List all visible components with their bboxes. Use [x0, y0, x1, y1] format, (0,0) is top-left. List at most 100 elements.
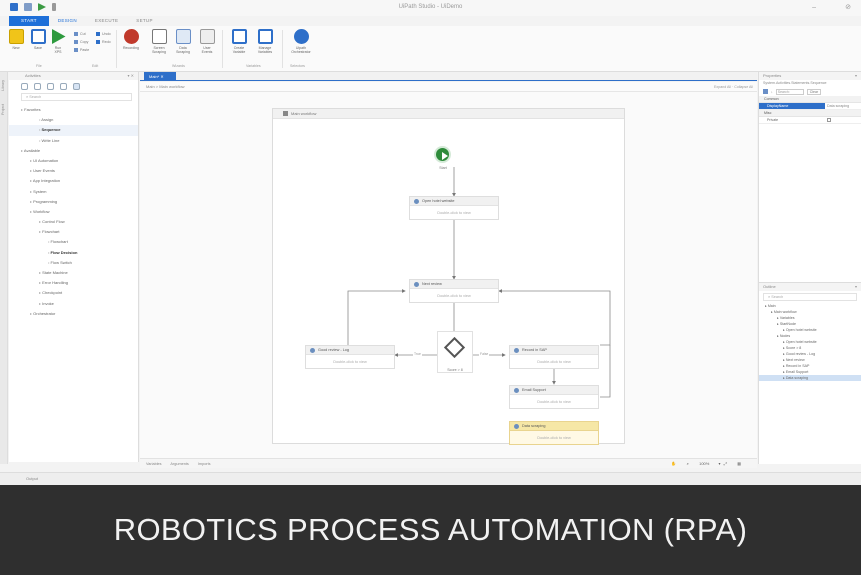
orchestrator-icon [293, 29, 309, 44]
collapse-all-link[interactable]: Collapse All [734, 85, 753, 89]
user-events-button[interactable]: User Events [196, 29, 218, 54]
expand-all-icon[interactable] [21, 83, 28, 90]
activity-tree-item[interactable]: ▸ State Machine [9, 268, 138, 278]
breadcrumb: Main > Main workflow Expand All · Collap… [140, 82, 757, 92]
activity-tree-item[interactable]: ▸ Invoke [9, 299, 138, 309]
pin-icon[interactable]: ▾ [855, 283, 857, 291]
search-icon[interactable]: ⌕ [687, 461, 689, 466]
outline-search-input[interactable]: ⌕ Search [763, 293, 857, 301]
zoom-level[interactable]: 100% [699, 461, 709, 466]
tab-setup[interactable]: SETUP [127, 16, 162, 26]
activity-tree-item[interactable]: • Assign [9, 115, 138, 125]
sort-az-icon[interactable]: ↓ [771, 90, 773, 94]
pin-icon[interactable]: ▾ ✕ [128, 72, 134, 80]
favorites-icon[interactable] [47, 83, 54, 90]
ribbon-group-edit: Edit [92, 64, 99, 68]
tab-design[interactable]: DESIGN [49, 16, 86, 26]
orchestrator-button[interactable]: Uipath Orchestrator [288, 29, 314, 54]
activity-tree-item[interactable]: ▸ Control Flow [9, 217, 138, 227]
manage-variables-button[interactable]: Manage Variables [254, 29, 276, 54]
outline-tree-item[interactable]: ▸ Data scraping [759, 375, 861, 381]
record-icon [123, 29, 139, 44]
create-variable-button[interactable]: Create Variable [228, 29, 250, 54]
section-common[interactable]: Common [759, 96, 861, 103]
node-data-scraping[interactable]: Data scraping Double-click to view [509, 421, 599, 445]
expand-all-link[interactable]: Expand All [714, 85, 731, 89]
activities-search-input[interactable]: ⌕ Search [21, 93, 132, 101]
tab-main[interactable]: Main* ✕ [144, 72, 176, 81]
tab-execute[interactable]: EXECUTE [86, 16, 127, 26]
left-side-rail: Library Project [0, 72, 8, 464]
cut-icon [74, 32, 78, 36]
properties-search-input[interactable]: Search: [775, 88, 804, 95]
tab-variables[interactable]: Variables [146, 462, 162, 466]
properties-header: Properties ▾ [759, 72, 861, 80]
activity-tree-item[interactable]: • Write Line [9, 136, 138, 146]
flowchart-container[interactable]: Main workflow Start Open hotel website D… [272, 108, 625, 445]
ribbon-divider [222, 30, 223, 68]
activity-tree-item[interactable]: ▸ Checkpoint [9, 288, 138, 298]
library-tab[interactable]: Library [1, 80, 5, 91]
cut-button[interactable]: Cut [74, 32, 86, 36]
overview-map-icon[interactable]: ▦ [737, 461, 741, 466]
output-tab[interactable]: Output [26, 476, 38, 481]
new-button[interactable]: New [5, 29, 27, 50]
project-tab[interactable]: Project [1, 104, 5, 115]
node-email-support[interactable]: Email Support Double-click to view [509, 385, 599, 409]
activity-tree-item[interactable]: • Sequence [9, 125, 138, 136]
node-open-hotel-website[interactable]: Open hotel website Double-click to view [409, 196, 499, 220]
tab-arguments[interactable]: Arguments [170, 462, 188, 466]
activity-tree-item[interactable]: ▸ Workflow [9, 207, 138, 217]
window-controls[interactable]: – ⊘ [812, 3, 851, 11]
activity-tree-item[interactable]: ▸ Error Handling [9, 278, 138, 288]
property-displayname[interactable]: DisplayName Data scraping [759, 103, 861, 110]
clear-button[interactable]: Clear [806, 88, 822, 95]
activity-tree-item[interactable]: ▸ UI Automation [9, 156, 138, 166]
filter-icon[interactable] [73, 83, 80, 90]
pin-icon[interactable]: ▾ [855, 72, 857, 80]
categorized-icon[interactable] [763, 89, 768, 94]
node-good-review-log[interactable]: Good review - Log Double-click to view [305, 345, 395, 369]
activity-tree-item[interactable]: ▸ Available [9, 146, 138, 156]
copy-icon [74, 40, 78, 44]
node-next-review[interactable]: Next review Double-click to view [409, 279, 499, 303]
node-record-in-sap[interactable]: Record in SAP Double-click to view [509, 345, 599, 369]
redo-button[interactable]: Redo [96, 40, 111, 44]
pan-icon[interactable]: ✋ [671, 461, 676, 466]
recording-button[interactable]: Recording [118, 29, 144, 50]
data-scraping-button[interactable]: Data Scraping [172, 29, 194, 54]
start-node[interactable] [434, 146, 451, 163]
save-button[interactable]: Save [27, 29, 49, 50]
tab-start[interactable]: START [9, 16, 49, 26]
activity-tree-item[interactable]: ▸ System [9, 187, 138, 197]
breadcrumb-path[interactable]: Main > Main workflow [146, 84, 185, 89]
tab-imports[interactable]: Imports [198, 462, 211, 466]
activity-tree-item[interactable]: ▸ Programming [9, 197, 138, 207]
ribbon-group-variables: Variables [246, 64, 261, 68]
activity-tree-item[interactable]: ▸ User Events [9, 166, 138, 176]
designer-canvas[interactable]: Main workflow Start Open hotel website D… [140, 92, 757, 458]
play-icon [52, 29, 66, 44]
recent-icon[interactable] [60, 83, 67, 90]
activity-tree-item[interactable]: ▸ Favorites [9, 105, 138, 115]
output-bar: Output [0, 472, 861, 485]
activity-tree-item[interactable]: • Flow Decision [9, 248, 138, 258]
activity-tree-item[interactable]: • Flowchart [9, 237, 138, 247]
undo-button[interactable]: Undo [96, 32, 111, 36]
activity-tree-item[interactable]: ▸ Orchestrator [9, 309, 138, 319]
property-private[interactable]: Private [759, 117, 861, 124]
screen-scraping-button[interactable]: Screen Scraping [148, 29, 170, 54]
panel-title: Activities [25, 73, 41, 78]
section-misc[interactable]: Misc [759, 110, 861, 117]
activity-tree-item[interactable]: ▸ App Integration [9, 176, 138, 186]
run-button[interactable]: Run XPS [47, 29, 69, 54]
paste-button[interactable]: Paste [74, 48, 89, 52]
fit-to-screen-icon[interactable]: ⤢ [724, 461, 727, 466]
properties-panel: Properties ▾ System.Activities.Statement… [758, 72, 861, 282]
private-checkbox[interactable] [827, 118, 831, 122]
activity-tree-item[interactable]: • Flow Switch [9, 258, 138, 268]
activities-panel: Activities ▾ ✕ ⌕ Search ▸ Favorites • Ass… [9, 72, 139, 462]
copy-button[interactable]: Copy [74, 40, 88, 44]
activity-tree-item[interactable]: ▸ Flowchart [9, 227, 138, 237]
collapse-all-icon[interactable] [34, 83, 41, 90]
